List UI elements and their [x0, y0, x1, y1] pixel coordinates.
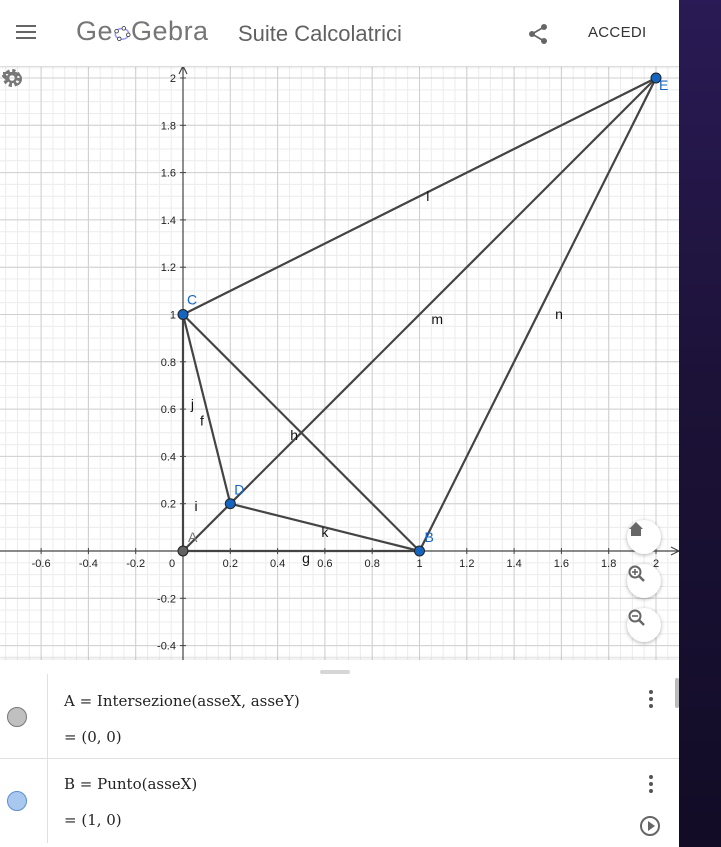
graphics-canvas[interactable]: -0.6 -0.4 -0.2 0 0.2 0.4 0.6 0.8 1 1.2 1.4 1.6 1.8 2 -…: [0, 66, 679, 660]
y-tick-label: -0.4: [157, 641, 176, 653]
y-tick-label: 0.4: [161, 451, 176, 463]
graphics-view[interactable]: -0.6 -0.4 -0.2 0 0.2 0.4 0.6 0.8 1 1.2 1.4 1.6 1.8 2 -…: [0, 66, 679, 660]
point-label-A: A: [188, 529, 198, 545]
y-tick-label: 1.8: [161, 120, 176, 132]
x-tick-label: 0.4: [270, 558, 285, 570]
x-tick-label: 1.8: [601, 558, 616, 570]
y-tick-label: 1.2: [161, 262, 176, 274]
x-tick-label: -0.2: [126, 558, 145, 570]
geogebra-logo: Ge Gebra: [76, 16, 209, 47]
point-label-E: E: [659, 77, 668, 93]
marble-column: [0, 674, 48, 758]
y-tick-label: 1: [170, 310, 176, 322]
point-label-D: D: [234, 482, 244, 498]
visibility-toggle-b[interactable]: [7, 791, 27, 811]
segment-label-m: m: [431, 311, 443, 327]
x-tick-label: 1.6: [554, 558, 569, 570]
algebra-view: A = Intersezione(asseX, asseY) = (0, 0) …: [0, 660, 679, 847]
segment-label-h: h: [290, 427, 298, 443]
segment-label-i: i: [194, 498, 197, 514]
more-options-icon[interactable]: [645, 775, 657, 795]
point-C[interactable]: [177, 309, 189, 320]
home-icon[interactable]: [627, 520, 661, 554]
y-tick-label: 1.4: [161, 215, 176, 227]
y-tick-label: 2: [170, 73, 176, 85]
value-b: = (1, 0): [64, 811, 122, 829]
zoom-out-icon[interactable]: [627, 608, 661, 642]
brand-text-right: Gebra: [131, 16, 209, 46]
geogebra-app: Ge Gebra Suite Calcolatrici ACCEDI -0.6 -0…: [0, 0, 679, 847]
definition-b[interactable]: B = Punto(asseX): [64, 775, 197, 793]
top-bar: Ge Gebra Suite Calcolatrici ACCEDI: [0, 0, 679, 67]
zoom-in-icon[interactable]: [627, 564, 661, 598]
y-tick-label: 0.8: [161, 357, 176, 369]
value-a: = (0, 0): [64, 728, 122, 746]
x-tick-label: 1: [416, 558, 422, 570]
settings-icon[interactable]: [0, 66, 24, 90]
y-tick-label: 0.2: [161, 499, 176, 511]
background-strip: [679, 0, 721, 847]
play-icon[interactable]: [640, 816, 660, 836]
share-icon[interactable]: [526, 22, 550, 46]
x-tick-label: -0.6: [32, 558, 51, 570]
visibility-toggle-a[interactable]: [7, 707, 27, 727]
geogebra-logo-icon: [114, 26, 131, 42]
x-tick-label: 0.2: [223, 558, 238, 570]
x-tick-label: -0.4: [79, 558, 98, 570]
segment-label-j: j: [190, 396, 194, 412]
y-tick-label: -0.2: [157, 593, 176, 605]
segment-label-l: l: [426, 188, 429, 204]
point-label-B: B: [425, 529, 434, 545]
definition-a[interactable]: A = Intersezione(asseX, asseY): [64, 692, 300, 710]
x-tick-label: 1.2: [459, 558, 474, 570]
x-tick-label: 1.4: [506, 558, 521, 570]
login-button[interactable]: ACCEDI: [580, 22, 654, 43]
x-tick-label: 0.8: [365, 558, 380, 570]
point-label-C: C: [187, 292, 197, 308]
marble-column: [0, 759, 48, 843]
segment-label-n: n: [555, 306, 563, 322]
y-tick-label: 1.6: [161, 168, 176, 180]
segment-label-f: f: [200, 413, 204, 429]
segment-label-k: k: [321, 524, 329, 540]
menu-icon[interactable]: [14, 22, 38, 44]
y-tick-label: 0.6: [161, 404, 176, 416]
more-options-icon[interactable]: [645, 690, 657, 710]
x-tick-label: 0: [169, 558, 175, 570]
algebra-row-a[interactable]: A = Intersezione(asseX, asseY) = (0, 0): [0, 674, 679, 759]
point-A[interactable]: [177, 545, 189, 557]
brand-text-left: Ge: [76, 16, 114, 46]
point-D[interactable]: [224, 498, 236, 510]
point-B[interactable]: [414, 545, 425, 557]
algebra-row-b[interactable]: B = Punto(asseX) = (1, 0): [0, 759, 679, 843]
app-title: Suite Calcolatrici: [238, 21, 402, 46]
x-tick-label: 0.6: [317, 558, 332, 570]
segment-label-g: g: [302, 550, 310, 566]
